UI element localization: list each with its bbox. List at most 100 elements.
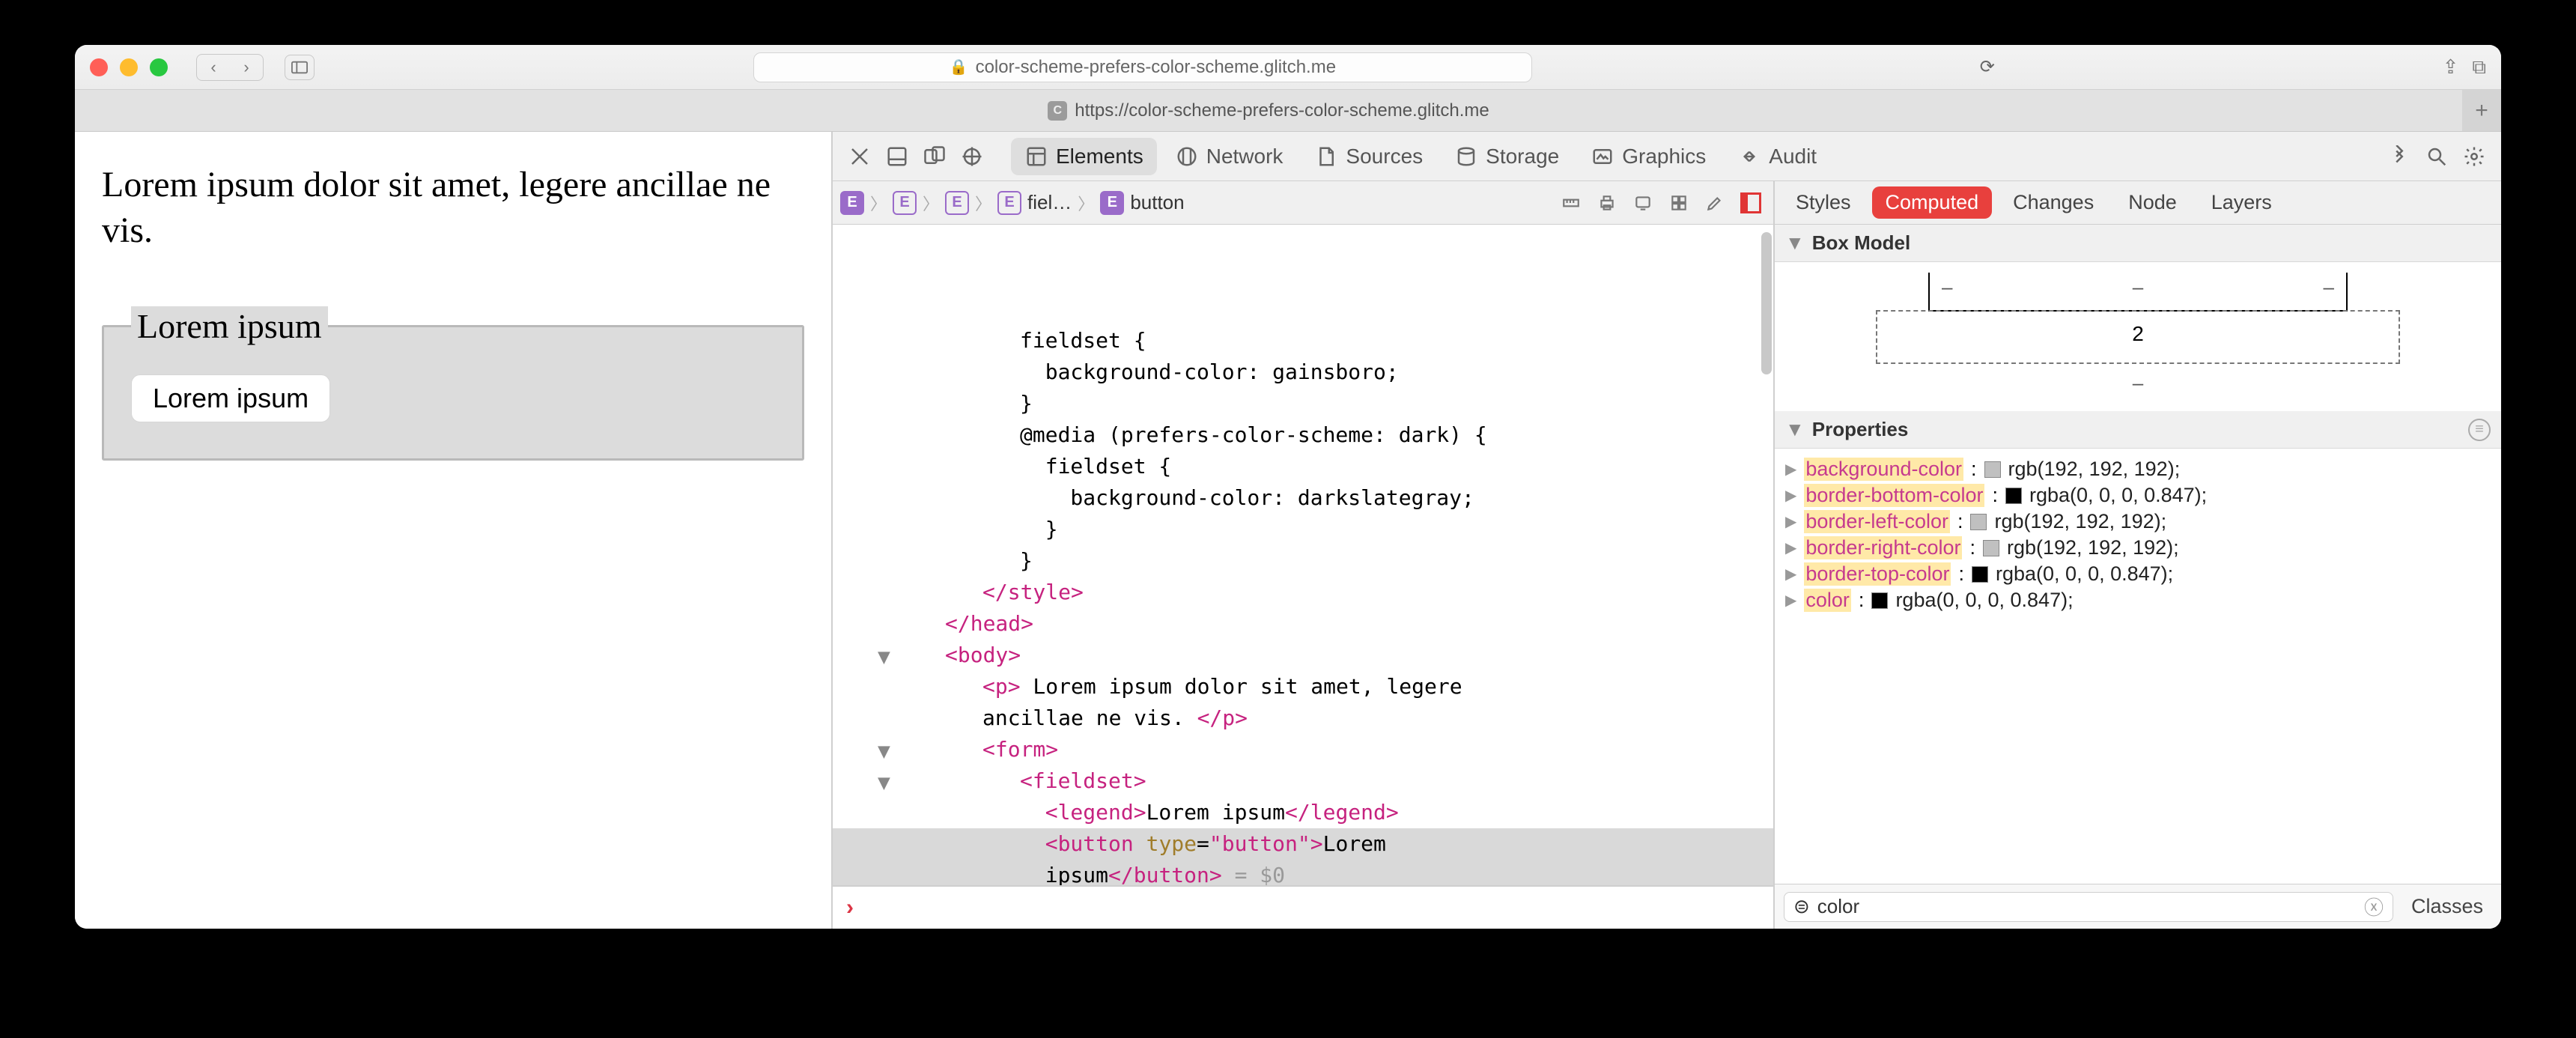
share-icon[interactable]: ⇪ xyxy=(2443,55,2459,79)
filter-menu-icon[interactable]: ≡ xyxy=(2468,419,2491,441)
side-tab-computed[interactable]: Computed xyxy=(1872,186,1993,219)
dom-line[interactable]: <p> Lorem ipsum dolor sit amet, legere xyxy=(833,671,1773,702)
dom-line[interactable]: <legend>Lorem ipsum</legend> xyxy=(833,797,1773,828)
dom-line[interactable]: fieldset { xyxy=(833,451,1773,482)
tab-bar: C https://color-scheme-prefers-color-sch… xyxy=(75,90,2501,132)
elements-icon xyxy=(1024,140,1048,173)
side-tab-layers[interactable]: Layers xyxy=(2198,186,2285,219)
grid-icon[interactable] xyxy=(1664,188,1694,218)
browser-tab[interactable]: C https://color-scheme-prefers-color-sch… xyxy=(75,90,2462,131)
dom-line[interactable]: </head> xyxy=(833,608,1773,640)
properties-header[interactable]: ▼ Properties ≡ xyxy=(1775,411,2501,449)
classes-button[interactable]: Classes xyxy=(2402,895,2492,918)
elements-panel: E〉 E〉 E〉 Efiel…〉 Ebutton xyxy=(833,181,1775,929)
reload-button[interactable]: ⟳ xyxy=(1971,56,2004,78)
disclosure-icon: ▼ xyxy=(1785,231,1805,255)
property-row[interactable]: ▶ border-right-color: rgb(192, 192, 192)… xyxy=(1785,535,2491,561)
side-tab-styles[interactable]: Styles xyxy=(1782,186,1865,219)
close-devtools-icon[interactable] xyxy=(843,140,876,173)
crumb-1[interactable]: E xyxy=(893,191,917,215)
settings-icon[interactable] xyxy=(2458,140,2491,173)
titlebar: ‹ › 🔒 color-scheme-prefers-color-scheme.… xyxy=(75,45,2501,90)
close-window[interactable] xyxy=(90,58,108,76)
device-icon[interactable] xyxy=(1628,188,1658,218)
dom-line[interactable]: <button type="button">Lorem xyxy=(833,828,1773,860)
styles-sidebar: Styles Computed Changes Node Layers ▼ Bo… xyxy=(1775,181,2501,929)
clear-filter-icon[interactable]: ⓧ xyxy=(2364,893,2384,920)
dom-line[interactable]: fieldset { xyxy=(833,325,1773,356)
property-row[interactable]: ▶ border-bottom-color: rgba(0, 0, 0, 0.8… xyxy=(1785,482,2491,509)
minimize-window[interactable] xyxy=(120,58,138,76)
lock-icon: 🔒 xyxy=(950,58,968,76)
search-icon[interactable] xyxy=(2420,140,2453,173)
page-form: Lorem ipsum Lorem ipsum xyxy=(102,306,804,461)
property-row[interactable]: ▶ border-top-color: rgba(0, 0, 0, 0.847)… xyxy=(1785,561,2491,587)
dom-line[interactable]: @media (prefers-color-scheme: dark) { xyxy=(833,419,1773,451)
tab-graphics[interactable]: Graphics xyxy=(1577,138,1719,175)
sources-icon xyxy=(1314,140,1338,173)
dom-line[interactable]: } xyxy=(833,545,1773,577)
compositing-icon[interactable] xyxy=(1736,188,1766,218)
side-tab-node[interactable]: Node xyxy=(2115,186,2190,219)
page-legend: Lorem ipsum xyxy=(131,306,328,346)
dom-tree[interactable]: fieldset { background-color: gainsboro;}… xyxy=(833,225,1773,885)
console-strip[interactable]: › xyxy=(833,885,1773,929)
nav-arrows: ‹ › xyxy=(196,54,264,81)
crumb-0[interactable]: E xyxy=(840,191,864,215)
maximize-window[interactable] xyxy=(150,58,168,76)
dom-line[interactable]: } xyxy=(833,388,1773,419)
new-tab-button[interactable]: + xyxy=(2462,90,2501,131)
breadcrumb-bar: E〉 E〉 E〉 Efiel…〉 Ebutton xyxy=(833,181,1773,225)
brush-icon[interactable] xyxy=(1700,188,1730,218)
property-row[interactable]: ▶ border-left-color: rgb(192, 192, 192); xyxy=(1785,509,2491,535)
rendered-page: Lorem ipsum dolor sit amet, legere ancil… xyxy=(75,132,831,929)
tab-elements[interactable]: Elements xyxy=(1011,138,1157,175)
dock-bottom-icon[interactable] xyxy=(881,140,914,173)
dock-side-icon[interactable] xyxy=(918,140,951,173)
overflow-icon[interactable] xyxy=(2383,140,2416,173)
dom-line[interactable]: ipsum</button> = $0 xyxy=(833,860,1773,885)
crumb-4[interactable]: Ebutton xyxy=(1100,191,1184,215)
crumb-2[interactable]: E xyxy=(945,191,969,215)
safari-window: ‹ › 🔒 color-scheme-prefers-color-scheme.… xyxy=(75,45,2501,929)
page-paragraph: Lorem ipsum dolor sit amet, legere ancil… xyxy=(102,162,804,254)
dom-line[interactable]: ▼<body> xyxy=(833,640,1773,671)
dom-line[interactable]: ▼<form> xyxy=(833,734,1773,765)
tab-sources[interactable]: Sources xyxy=(1301,138,1436,175)
tabs-icon[interactable]: ⧉ xyxy=(2472,55,2486,79)
back-button[interactable]: ‹ xyxy=(197,55,230,80)
inspect-icon[interactable] xyxy=(956,140,988,173)
tab-network[interactable]: Network xyxy=(1161,138,1297,175)
filter-bar: ⊜ color ⓧ Classes xyxy=(1775,884,2501,929)
forward-button[interactable]: › xyxy=(230,55,263,80)
page-fieldset: Lorem ipsum Lorem ipsum xyxy=(102,306,804,461)
devtools-body: E〉 E〉 E〉 Efiel…〉 Ebutton xyxy=(833,181,2501,929)
tab-storage[interactable]: Storage xyxy=(1441,138,1573,175)
box-model-header[interactable]: ▼ Box Model xyxy=(1775,225,2501,262)
page-button[interactable]: Lorem ipsum xyxy=(131,374,330,422)
url-bar[interactable]: 🔒 color-scheme-prefers-color-scheme.glit… xyxy=(753,52,1532,82)
storage-icon xyxy=(1454,140,1478,173)
dom-line[interactable]: ancillae ne vis. </p> xyxy=(833,702,1773,734)
devtools: Elements Network Sources Storage Graphic… xyxy=(831,132,2501,929)
property-row[interactable]: ▶ background-color: rgb(192, 192, 192); xyxy=(1785,456,2491,482)
sidebar-toggle[interactable] xyxy=(285,55,315,80)
toolbar-right: ⇪ ⧉ xyxy=(2443,55,2486,79)
dom-line[interactable]: background-color: gainsboro; xyxy=(833,356,1773,388)
scrollbar[interactable] xyxy=(1761,232,1772,374)
print-icon[interactable] xyxy=(1592,188,1622,218)
dom-line[interactable]: } xyxy=(833,514,1773,545)
dom-line[interactable]: </style> xyxy=(833,577,1773,608)
side-tabs: Styles Computed Changes Node Layers xyxy=(1775,181,2501,225)
ruler-icon[interactable] xyxy=(1556,188,1586,218)
tab-audit[interactable]: Audit xyxy=(1724,138,1830,175)
dom-line[interactable]: background-color: darkslategray; xyxy=(833,482,1773,514)
side-tab-changes[interactable]: Changes xyxy=(1999,186,2107,219)
dom-line[interactable]: ▼<fieldset> xyxy=(833,765,1773,797)
property-row[interactable]: ▶ color: rgba(0, 0, 0, 0.847); xyxy=(1785,587,2491,613)
filter-input[interactable]: ⊜ color ⓧ xyxy=(1784,892,2393,922)
tab-title: https://color-scheme-prefers-color-schem… xyxy=(1075,100,1489,121)
crumb-3[interactable]: Efiel… xyxy=(997,191,1072,215)
network-icon xyxy=(1175,140,1199,173)
box-model: – – – 2 – xyxy=(1775,262,2501,411)
